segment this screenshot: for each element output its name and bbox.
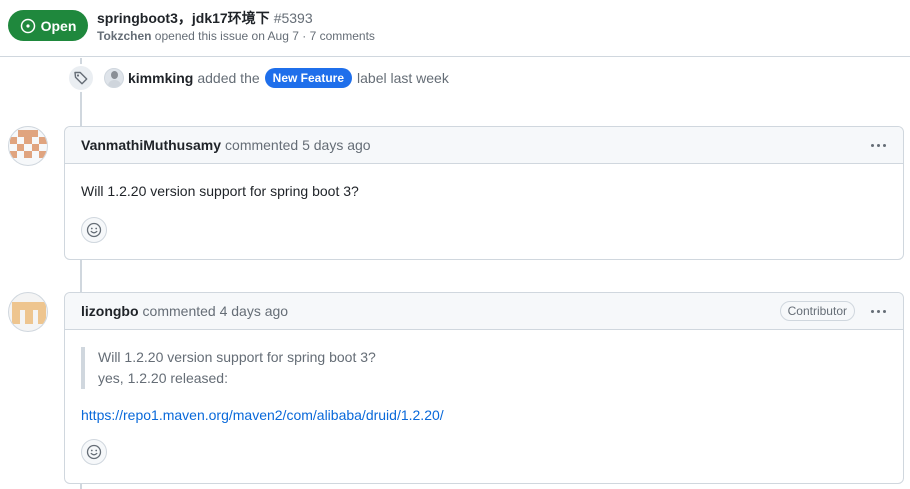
kebab-dot-icon: [876, 143, 880, 147]
comment-card: VanmathiMuthusamy commented 5 days ago W…: [64, 126, 904, 260]
comment-author-link[interactable]: VanmathiMuthusamy: [81, 137, 221, 153]
kimmking-avatar[interactable]: [104, 68, 124, 88]
comment-timestamp[interactable]: commented 4 days ago: [143, 303, 289, 319]
comment-text: Will 1.2.20 version support for spring b…: [81, 183, 359, 199]
issue-meta: Tokzchen opened this issue on Aug 7 · 7 …: [97, 29, 375, 43]
issue-state-badge: Open: [8, 10, 88, 41]
avatar[interactable]: [8, 126, 48, 166]
issue-open-icon: [20, 18, 35, 33]
avatar[interactable]: [8, 292, 48, 332]
quoted-reply: Will 1.2.20 version support for spring b…: [81, 347, 887, 389]
quote-line: yes, 1.2.20 released:: [98, 370, 228, 386]
timeline-line: [80, 260, 82, 292]
contributor-badge: Contributor: [779, 301, 855, 321]
quote-line: Will 1.2.20 version support for spring b…: [98, 349, 376, 365]
issue-state-label: Open: [40, 17, 77, 34]
kebab-dot-icon: [870, 309, 874, 313]
event-actor-link[interactable]: kimmking: [128, 70, 193, 86]
issue-header: Open springboot3，jdk17环境下 #5393 Tokzchen …: [0, 0, 910, 57]
add-reaction-button[interactable]: [81, 217, 107, 243]
label-event: kimmking added the New Feature label las…: [67, 64, 449, 92]
comment-body: Will 1.2.20 version support for spring b…: [65, 330, 903, 481]
label-event-text: kimmking added the New Feature label las…: [128, 68, 449, 88]
event-action: added the: [197, 70, 260, 86]
maven-repo-link[interactable]: https://repo1.maven.org/maven2/com/aliba…: [81, 407, 444, 423]
issue-title-row: springboot3，jdk17环境下 #5393: [97, 8, 313, 28]
comment-author-link[interactable]: lizongbo: [81, 303, 139, 319]
issue-title: springboot3，jdk17环境下: [97, 10, 270, 26]
timeline-line: [80, 484, 82, 489]
kebab-dot-icon: [876, 309, 880, 313]
comment-timestamp[interactable]: commented 5 days ago: [225, 137, 371, 153]
add-reaction-button[interactable]: [81, 439, 107, 465]
comment-header: VanmathiMuthusamy commented 5 days ago: [65, 127, 903, 164]
new-feature-label[interactable]: New Feature: [264, 68, 353, 88]
kebab-dot-icon: [870, 143, 874, 147]
comment-header: lizongbo commented 4 days ago Contributo…: [65, 293, 903, 330]
issue-author-link[interactable]: Tokzchen: [97, 29, 151, 43]
issue-meta-text: opened this issue on Aug 7 · 7 comments: [154, 29, 375, 43]
kebab-dot-icon: [882, 309, 886, 313]
smiley-icon: [86, 222, 102, 238]
tag-icon: [67, 64, 95, 92]
kebab-dot-icon: [882, 143, 886, 147]
issue-number: #5393: [273, 10, 313, 26]
event-suffix: label last week: [357, 70, 449, 86]
smiley-icon: [86, 444, 102, 460]
comment-options-button[interactable]: [867, 136, 889, 154]
comment-card: lizongbo commented 4 days ago Contributo…: [64, 292, 904, 484]
comment-body: Will 1.2.20 version support for spring b…: [65, 164, 903, 259]
comment-options-button[interactable]: [867, 302, 889, 320]
